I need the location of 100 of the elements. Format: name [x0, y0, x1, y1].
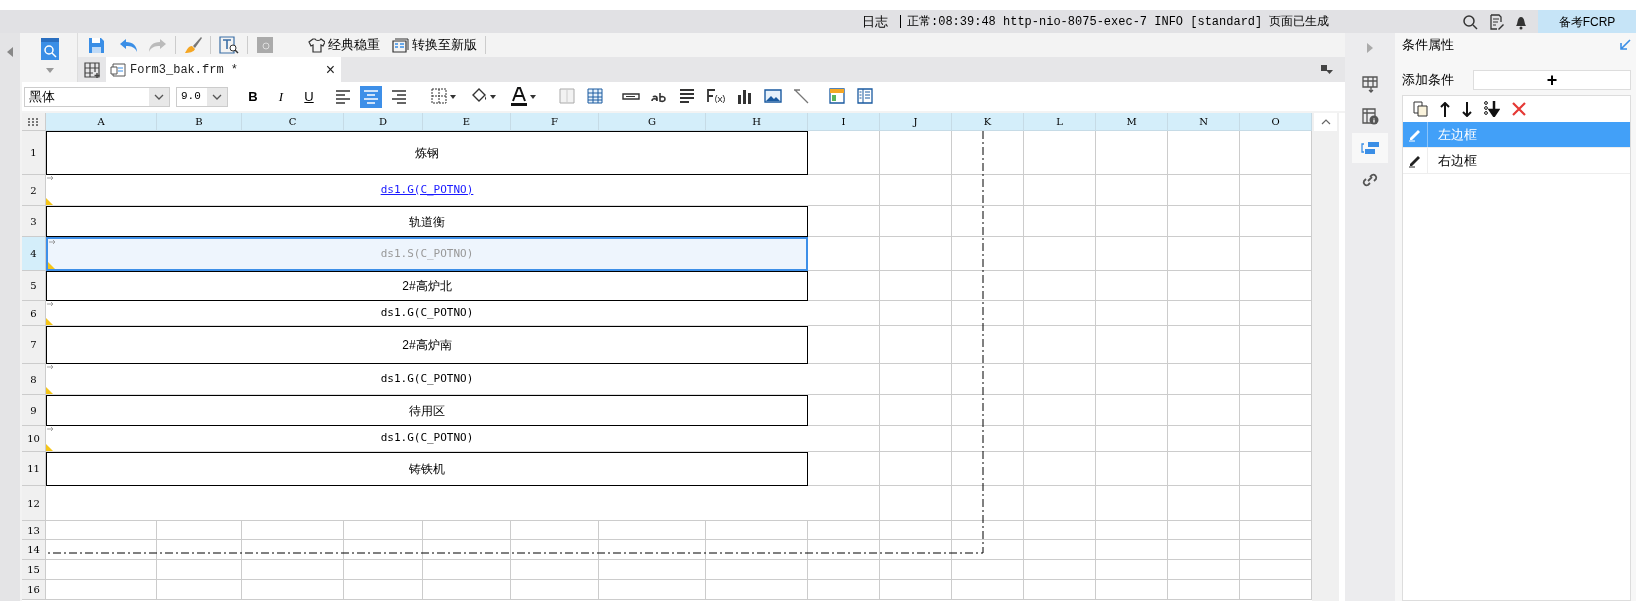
table-cell[interactable]: [952, 131, 1024, 175]
add-condition-button[interactable]: +: [1473, 70, 1631, 90]
table-cell[interactable]: [952, 175, 1024, 206]
row-header[interactable]: 6: [22, 301, 46, 326]
table-cell[interactable]: [952, 426, 1024, 452]
table-cell[interactable]: [1168, 580, 1240, 600]
table-icon[interactable]: [586, 86, 604, 107]
row-header[interactable]: 14: [22, 540, 46, 560]
table-cell[interactable]: [1168, 540, 1240, 560]
move-bottom-icon[interactable]: [1484, 101, 1500, 117]
table-cell[interactable]: [344, 540, 423, 560]
table-cell[interactable]: [599, 540, 706, 560]
table-cell[interactable]: [952, 395, 1024, 426]
table-cell[interactable]: [952, 237, 1024, 271]
table-cell[interactable]: [1096, 540, 1168, 560]
table-cell[interactable]: [1168, 452, 1240, 486]
table-cell[interactable]: [242, 521, 344, 540]
row-header[interactable]: 15: [22, 560, 46, 580]
close-button[interactable]: ×: [323, 61, 337, 78]
chevron-icon[interactable]: [212, 93, 222, 100]
merged-cell[interactable]: 2#高炉北: [46, 271, 808, 301]
table-cell[interactable]: [46, 580, 157, 600]
column-header[interactable]: C: [242, 113, 344, 131]
table-cell[interactable]: [808, 175, 880, 206]
table-cell[interactable]: [808, 580, 880, 600]
expand-arrow-icon[interactable]: [1367, 43, 1373, 53]
table-cell[interactable]: [880, 540, 952, 560]
table-cell[interactable]: [1096, 521, 1168, 540]
table-cell[interactable]: [952, 301, 1024, 326]
table-cell[interactable]: [808, 271, 880, 301]
table-cell[interactable]: [46, 560, 157, 580]
table-cell[interactable]: [1168, 426, 1240, 452]
table-cell[interactable]: [1024, 175, 1096, 206]
table-cell[interactable]: [880, 580, 952, 600]
table-cell[interactable]: [952, 206, 1024, 237]
table-cell[interactable]: [1024, 521, 1096, 540]
table-cell[interactable]: [952, 560, 1024, 580]
table-cell[interactable]: [242, 580, 344, 600]
delete-icon[interactable]: [1512, 102, 1526, 116]
table-cell[interactable]: [808, 326, 880, 364]
table-cell[interactable]: [880, 326, 952, 364]
table-cell[interactable]: [1024, 301, 1096, 326]
table-cell[interactable]: [952, 271, 1024, 301]
table-cell[interactable]: [1024, 131, 1096, 175]
search-icon[interactable]: [1462, 13, 1478, 30]
table-cell[interactable]: [157, 521, 242, 540]
table-cell[interactable]: [46, 540, 157, 560]
table-cell[interactable]: [808, 540, 880, 560]
column-header[interactable]: D: [344, 113, 423, 131]
table-cell[interactable]: [1024, 271, 1096, 301]
table-cell[interactable]: [1096, 237, 1168, 271]
table-cell[interactable]: [1096, 206, 1168, 237]
underline-button[interactable]: U: [298, 85, 320, 108]
table-cell[interactable]: [46, 521, 157, 540]
row-header[interactable]: 16: [22, 580, 46, 600]
column-header[interactable]: O: [1240, 113, 1312, 131]
table-cell[interactable]: [952, 364, 1024, 395]
table-cell[interactable]: [880, 395, 952, 426]
table-cell[interactable]: [808, 452, 880, 486]
table-cell[interactable]: [808, 301, 880, 326]
table-cell[interactable]: [880, 426, 952, 452]
document-edit-icon[interactable]: [1488, 13, 1504, 30]
collapse-arrow-icon[interactable]: [7, 47, 13, 57]
undo-icon[interactable]: [119, 37, 139, 53]
table-cell[interactable]: [808, 206, 880, 237]
table-cell[interactable]: [1024, 364, 1096, 395]
table-cell[interactable]: [1168, 560, 1240, 580]
table-cell[interactable]: [880, 131, 952, 175]
table-cell[interactable]: [1096, 486, 1168, 521]
form-layout-icon[interactable]: [828, 86, 846, 107]
row-header[interactable]: 9: [22, 395, 46, 426]
row-header[interactable]: 2: [22, 175, 46, 206]
row-header[interactable]: 4: [22, 237, 46, 271]
table-cell[interactable]: [706, 540, 808, 560]
move-down-icon[interactable]: [1462, 101, 1472, 117]
table-cell[interactable]: [242, 540, 344, 560]
table-cell[interactable]: [1024, 395, 1096, 426]
table-cell[interactable]: [952, 486, 1024, 521]
table-cell[interactable]: [1096, 271, 1168, 301]
table-cell[interactable]: [1096, 131, 1168, 175]
merged-cell[interactable]: 2#高炉南: [46, 326, 808, 364]
chevron-icon[interactable]: [154, 93, 164, 100]
row-header[interactable]: 13: [22, 521, 46, 540]
table-cell[interactable]: [880, 237, 952, 271]
theme-button[interactable]: 经典稳重: [308, 35, 380, 55]
table-cell[interactable]: [1168, 486, 1240, 521]
condition-item[interactable]: 右边框: [1403, 148, 1630, 174]
save-icon[interactable]: [88, 36, 105, 54]
table-cell[interactable]: [511, 560, 599, 580]
table-cell[interactable]: [1024, 580, 1096, 600]
table-cell[interactable]: [1024, 326, 1096, 364]
merged-cell[interactable]: 轨道衡: [46, 206, 808, 237]
table-cell[interactable]: [599, 580, 706, 600]
table-cell[interactable]: [808, 364, 880, 395]
user-button[interactable]: 备考FCRP: [1538, 10, 1636, 33]
column-header[interactable]: G: [599, 113, 706, 131]
merged-cell[interactable]: ds1.G(C_POTNO): [46, 364, 808, 395]
table-cell[interactable]: [952, 521, 1024, 540]
table-cell[interactable]: [880, 175, 952, 206]
scroll-up-icon[interactable]: [1320, 119, 1331, 125]
